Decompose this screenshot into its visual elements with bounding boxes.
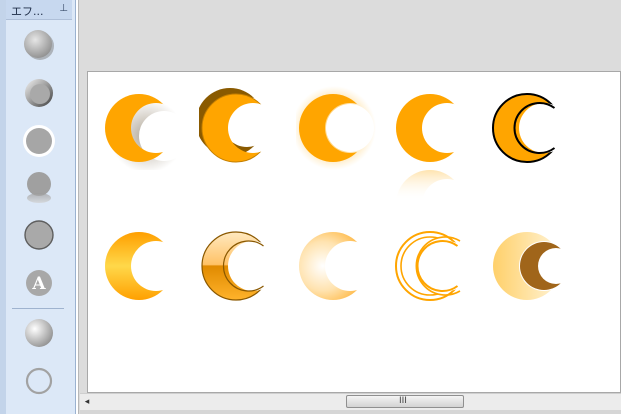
crescent-double-outline[interactable]	[393, 224, 477, 308]
glow-circle-icon	[23, 125, 55, 157]
gradient-circle-icon	[25, 319, 53, 347]
crescent-shadow[interactable]	[102, 86, 186, 170]
letter-a-icon: A	[26, 270, 52, 296]
drawing-canvas[interactable]	[87, 71, 621, 393]
empty-circle-icon	[25, 367, 53, 395]
crescent-outline[interactable]	[490, 86, 574, 170]
crescent-soft-fade-icon	[299, 232, 367, 300]
outline-circle-icon	[24, 220, 54, 250]
effect-shadow-button[interactable]	[22, 28, 56, 62]
shadow-circle-icon	[24, 30, 54, 60]
crescent-layered[interactable]	[490, 224, 574, 308]
reflection-circle-icon	[27, 172, 51, 203]
horizontal-scrollbar[interactable]: ◂ III	[80, 393, 621, 410]
panel-title-bar: エフ... ⊥	[6, 0, 72, 20]
crescent-outline-icon	[492, 93, 562, 163]
crescent-glass[interactable]	[199, 224, 283, 308]
crescent-gradient-icon	[105, 232, 173, 300]
crescent-glow[interactable]	[296, 86, 380, 170]
crescent-gradient[interactable]	[102, 224, 186, 308]
crescent-double-outline-icon	[395, 231, 465, 301]
svg-text:A: A	[31, 274, 46, 294]
crescent-soft-fade[interactable]	[296, 224, 380, 308]
crescent-glow-icon	[296, 86, 376, 170]
panel-edge	[0, 0, 6, 414]
scroll-thumb[interactable]: III	[346, 395, 464, 408]
effect-text-style-button[interactable]: A	[22, 266, 56, 300]
scroll-left-arrow-icon[interactable]: ◂	[82, 396, 92, 408]
effect-outline-button[interactable]	[22, 218, 56, 252]
crescent-layered-icon	[493, 232, 574, 300]
effect-reflection-button[interactable]	[22, 170, 56, 204]
effect-gradient-button[interactable]	[22, 316, 56, 350]
crescent-reflection-icon	[396, 94, 464, 214]
crescent-bevel-icon	[199, 88, 271, 163]
effect-glow-button[interactable]	[22, 124, 56, 158]
crescent-shadow-icon	[105, 94, 184, 170]
effect-bevel-button[interactable]	[22, 76, 56, 110]
bottom-edge	[80, 410, 621, 414]
scroll-grip-icon: III	[399, 396, 407, 406]
crescent-reflection[interactable]	[393, 86, 477, 214]
effect-no-fill-button[interactable]	[22, 364, 56, 398]
bevel-circle-icon	[25, 79, 53, 107]
crescent-bevel[interactable]	[199, 86, 283, 170]
crescent-glass-icon	[201, 231, 271, 301]
panel-separator	[12, 308, 64, 309]
panel-title: エフ...	[11, 5, 44, 18]
pin-icon[interactable]: ⊥	[59, 3, 68, 14]
effects-panel: エフ... ⊥ A	[0, 0, 76, 414]
